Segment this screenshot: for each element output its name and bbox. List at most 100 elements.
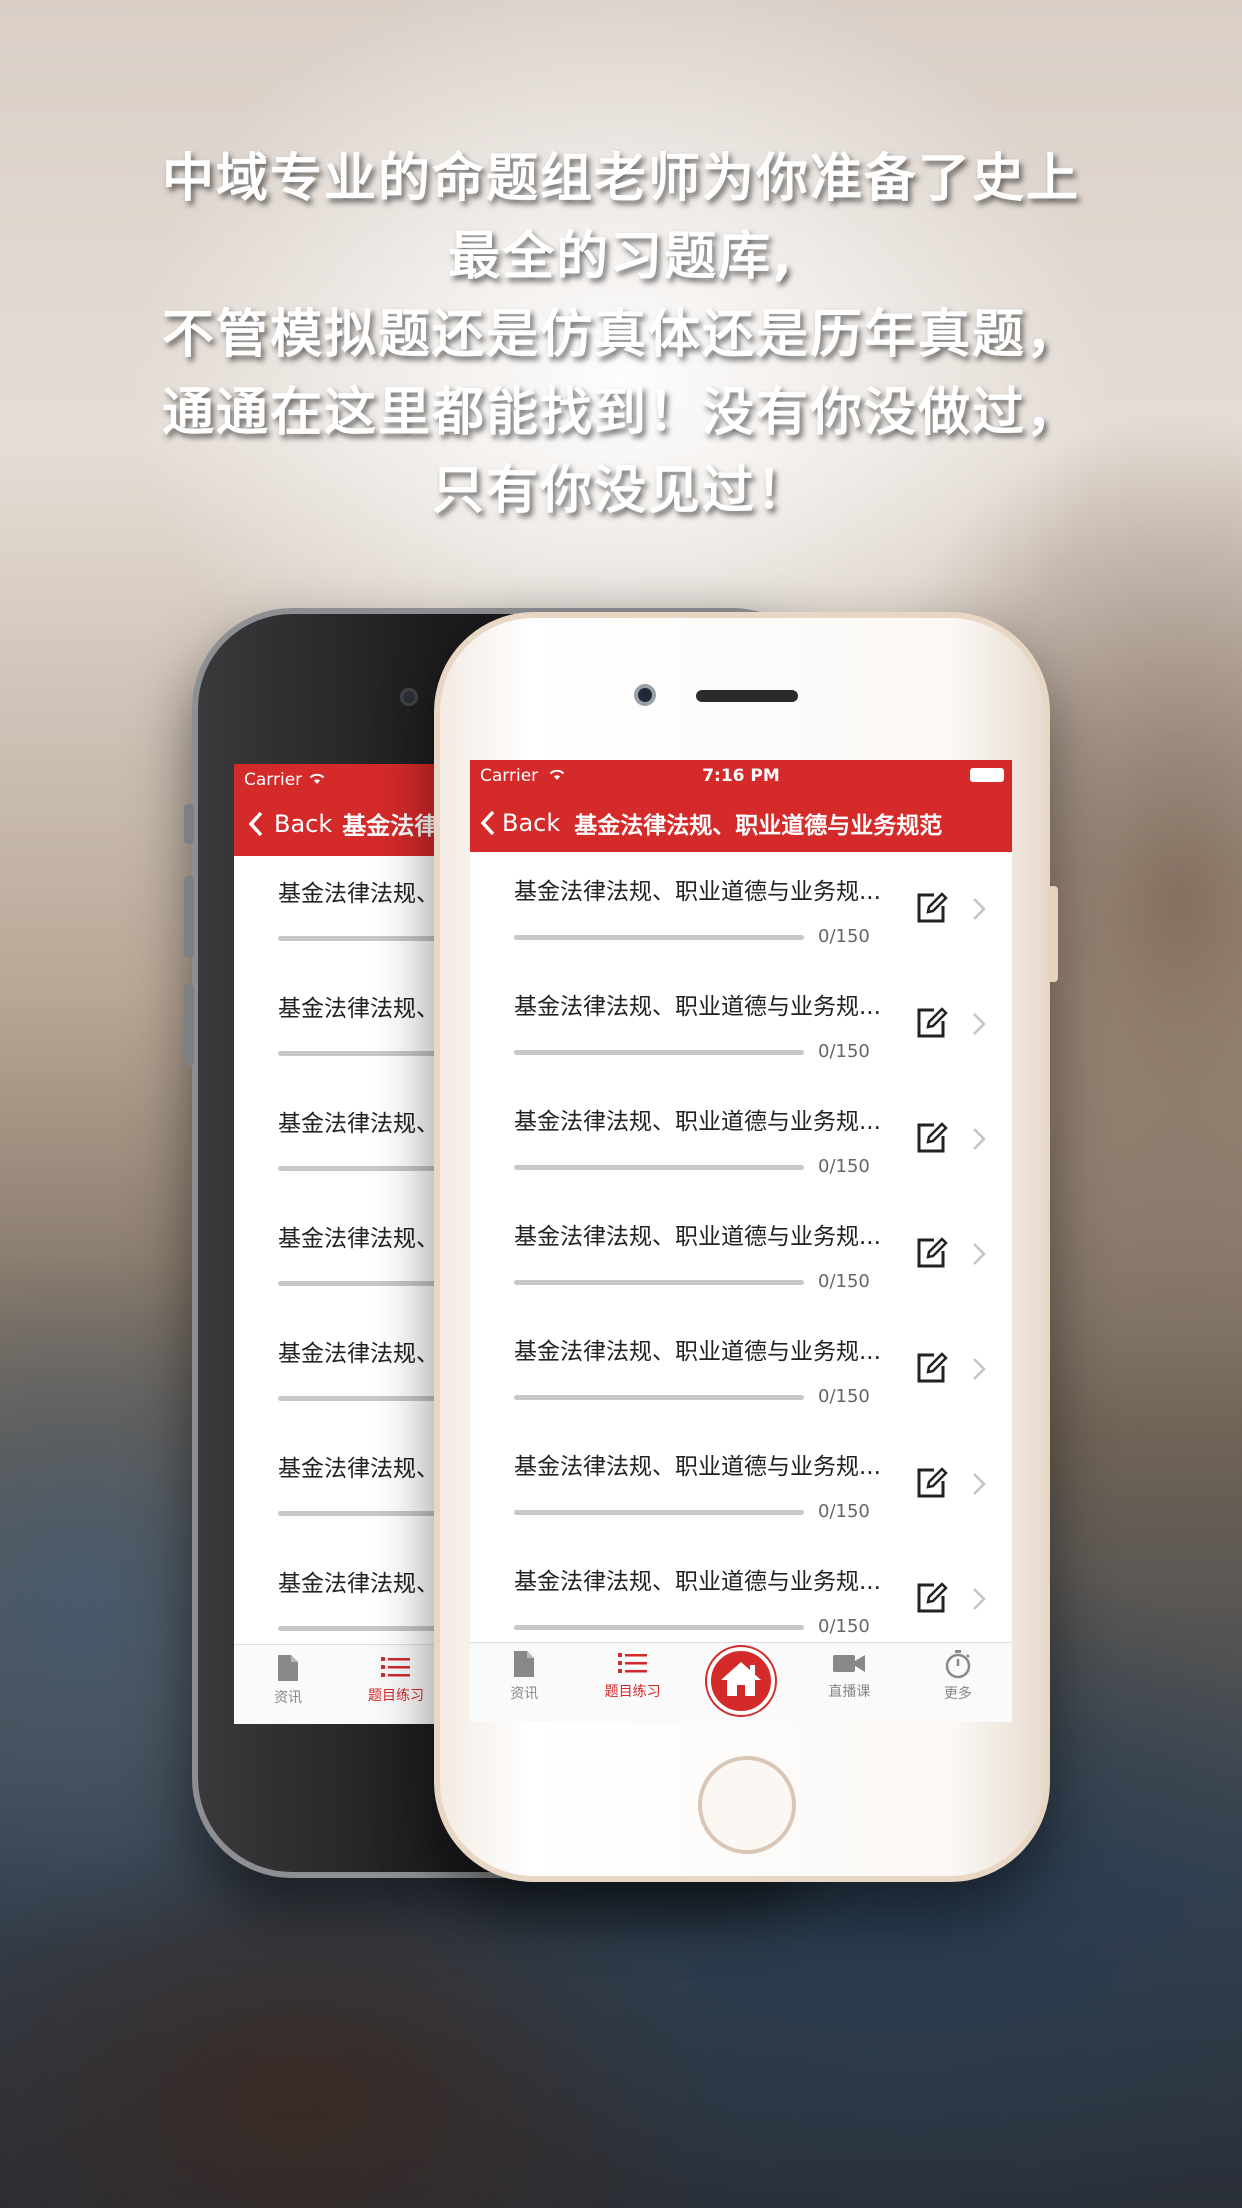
tab-news[interactable]: 资讯: [470, 1643, 578, 1722]
chevron-right-icon: [973, 1473, 986, 1495]
chevron-right-icon: [973, 1013, 986, 1035]
exam-list: 基金法律法规、职业道德与业务规... 0/150 基金法律法规、职业道德与业务规..…: [470, 852, 1012, 1657]
device-home-button: [698, 1756, 796, 1854]
progress-bar: [514, 1165, 804, 1170]
nav-bar: Back 基金法律法规、职业道德与业务规范: [470, 794, 1012, 852]
list-item-label: 基金法律法规、: [278, 1571, 439, 1597]
list-item-label: 基金法律法规、: [278, 881, 439, 907]
progress-count: 0/150: [818, 1616, 870, 1637]
list-item-label: 基金法律法规、职业道德与业务规...: [514, 879, 881, 905]
headline-line-4: 通通在这里都能找到！没有你没做过，: [161, 383, 1080, 443]
tab-news[interactable]: 资讯: [234, 1645, 342, 1724]
list-item[interactable]: 基金法律法规、职业道德与业务规... 0/150: [470, 1542, 1012, 1657]
progress-count: 0/150: [818, 926, 870, 947]
back-button[interactable]: Back: [480, 809, 560, 837]
tab-practice[interactable]: 题目练习: [578, 1643, 686, 1722]
wifi-icon: [308, 770, 326, 790]
tab-label: 资讯: [510, 1686, 539, 1702]
headline-line-1: 中域专业的命题组老师为你准备了史上: [161, 149, 1080, 209]
edit-icon[interactable]: [914, 1580, 950, 1616]
progress-count: 0/150: [818, 1386, 870, 1407]
list-item-label: 基金法律法规、职业道德与业务规...: [514, 1224, 881, 1250]
list-item[interactable]: 基金法律法规、职业道德与业务规... 0/150: [470, 1312, 1012, 1427]
tab-label: 直播课: [828, 1684, 871, 1700]
list-icon: [617, 1653, 647, 1673]
volume-down-button: [184, 984, 194, 1066]
stopwatch-icon: [945, 1650, 971, 1679]
headline-line-2: 最全的习题库,: [448, 227, 794, 287]
list-item[interactable]: 基金法律法规、职业道德与业务规... 0/150: [470, 1082, 1012, 1197]
progress-bar: [514, 935, 804, 940]
list-item[interactable]: 基金法律法规、职业道德与业务规... 0/150: [470, 852, 1012, 967]
volume-up-button: [184, 876, 194, 958]
power-button: [1048, 886, 1058, 982]
nav-title-truncated: 基金法律: [342, 812, 439, 840]
list-item-label: 基金法律法规、职业道德与业务规...: [514, 1454, 881, 1480]
progress-count: 0/150: [818, 1271, 870, 1292]
list-item-label: 基金法律法规、: [278, 1226, 439, 1252]
list-icon: [381, 1657, 410, 1677]
list-item-label: 基金法律法规、: [278, 996, 439, 1022]
list-item-label: 基金法律法规、职业道德与业务规...: [514, 1339, 881, 1365]
chevron-right-icon: [973, 1588, 986, 1610]
chevron-right-icon: [973, 1358, 986, 1380]
app-header: Carrier 7:16 PM Back 基金法律法规、职业道德与业务规范: [470, 760, 1012, 852]
promo-headline: 中域专业的命题组老师为你准备了史上 最全的习题库, 不管模拟题还是仿真体还是历年…: [60, 140, 1182, 530]
edit-icon[interactable]: [914, 1005, 950, 1041]
front-camera: [400, 688, 418, 706]
tab-label: 题目练习: [368, 1688, 424, 1704]
list-item-label: 基金法律法规、: [278, 1456, 439, 1482]
mute-switch: [184, 804, 194, 844]
tab-label: 资讯: [274, 1690, 302, 1706]
document-icon: [278, 1655, 298, 1681]
back-label[interactable]: Back: [274, 810, 332, 838]
progress-count: 0/150: [818, 1041, 870, 1062]
list-item-label: 基金法律法规、职业道德与业务规...: [514, 1109, 881, 1135]
home-icon: [721, 1662, 762, 1696]
list-item[interactable]: 基金法律法规、职业道德与业务规... 0/150: [470, 1197, 1012, 1312]
edit-icon[interactable]: [914, 1465, 950, 1501]
progress-bar: [514, 1280, 804, 1285]
list-item-label: 基金法律法规、: [278, 1111, 439, 1137]
edit-icon[interactable]: [914, 1235, 950, 1271]
video-camera-icon: [833, 1655, 866, 1672]
tab-label: 题目练习: [604, 1684, 661, 1700]
document-icon: [514, 1651, 535, 1677]
page-title: 基金法律法规、职业道德与业务规范: [574, 813, 943, 839]
progress-bar: [514, 1510, 804, 1515]
back-label: Back: [502, 809, 561, 837]
list-item[interactable]: 基金法律法规、职业道德与业务规... 0/150: [470, 1427, 1012, 1542]
edit-icon[interactable]: [914, 890, 950, 926]
battery-icon: [970, 768, 1004, 782]
list-item[interactable]: 基金法律法规、职业道德与业务规... 0/150: [470, 967, 1012, 1082]
progress-bar: [514, 1625, 804, 1630]
chevron-left-icon: [480, 810, 495, 836]
front-phone-white: Carrier 7:16 PM Back 基金法律法规、职业道德与业务规范 基金…: [434, 612, 1058, 1882]
tab-bar: 资讯 题目练习 直播课 更多: [470, 1642, 1012, 1722]
tab-home[interactable]: [687, 1643, 795, 1722]
front-camera: [634, 684, 656, 706]
status-bar: Carrier 7:16 PM: [470, 760, 1012, 794]
edit-icon[interactable]: [914, 1120, 950, 1156]
chevron-right-icon: [973, 1128, 986, 1150]
chevron-right-icon: [973, 1243, 986, 1265]
list-item-label: 基金法律法规、职业道德与业务规...: [514, 994, 881, 1020]
progress-count: 0/150: [818, 1156, 870, 1177]
list-item-label: 基金法律法规、: [278, 1341, 439, 1367]
app-screen: Carrier 7:16 PM Back 基金法律法规、职业道德与业务规范 基金…: [470, 760, 1012, 1722]
status-time: 7:16 PM: [702, 766, 780, 786]
chevron-right-icon: [973, 898, 986, 920]
tab-live-class[interactable]: 直播课: [795, 1643, 903, 1722]
edit-icon[interactable]: [914, 1350, 950, 1386]
headline-line-3: 不管模拟题还是仿真体还是历年真题，: [161, 305, 1080, 365]
tab-label: 更多: [943, 1686, 972, 1702]
headline-line-5: 只有你没见过！: [431, 461, 810, 521]
earpiece-speaker: [696, 690, 798, 702]
chevron-left-icon[interactable]: [248, 811, 264, 837]
progress-bar: [514, 1050, 804, 1055]
progress-bar: [514, 1395, 804, 1400]
list-item-label: 基金法律法规、职业道德与业务规...: [514, 1569, 881, 1595]
home-button[interactable]: [707, 1647, 776, 1715]
tab-more[interactable]: 更多: [904, 1643, 1012, 1722]
carrier-label: Carrier: [244, 770, 303, 790]
